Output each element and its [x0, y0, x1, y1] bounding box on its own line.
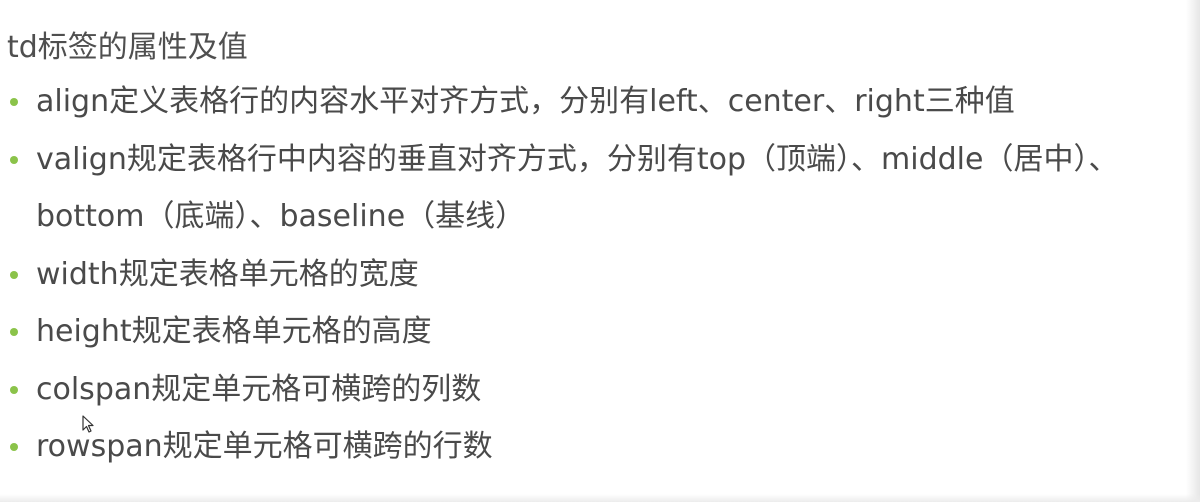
- bullet-dot-icon: [10, 443, 18, 451]
- bullet-dot-icon: [10, 328, 18, 336]
- bottom-edge-shade: [0, 494, 1200, 502]
- right-edge-shade: [1186, 0, 1200, 502]
- bullet-text: height规定表格单元格的高度: [36, 314, 432, 349]
- bullet-item-colspan: colspan规定单元格可横跨的列数: [7, 361, 1160, 419]
- bullet-list: align定义表格行的内容水平对齐方式，分别有left、center、right…: [7, 73, 1160, 476]
- bullet-text: valign规定表格行中内容的垂直对齐方式，分别有top（顶端）、middle（…: [36, 141, 1119, 235]
- bullet-text: rowspan规定单元格可横跨的行数: [36, 429, 493, 464]
- mouse-pointer-icon: [82, 415, 94, 433]
- slide: td标签的属性及值 align定义表格行的内容水平对齐方式，分别有left、ce…: [0, 0, 1200, 502]
- bullet-item-valign: valign规定表格行中内容的垂直对齐方式，分别有top（顶端）、middle（…: [7, 131, 1160, 246]
- bullet-item-width: width规定表格单元格的宽度: [7, 246, 1160, 304]
- slide-title: td标签的属性及值: [7, 30, 248, 65]
- bullet-text: width规定表格单元格的宽度: [36, 256, 419, 292]
- bullet-item-align: align定义表格行的内容水平对齐方式，分别有left、center、right…: [7, 73, 1160, 131]
- bullet-text: align定义表格行的内容水平对齐方式，分别有left、center、right…: [36, 84, 1015, 119]
- bullet-item-height: height规定表格单元格的高度: [7, 303, 1160, 361]
- bullet-dot-icon: [10, 385, 18, 394]
- bullet-item-rowspan: rowspan规定单元格可横跨的行数: [7, 418, 1160, 476]
- bullet-dot-icon: [10, 270, 18, 279]
- bullet-text: colspan规定单元格可横跨的列数: [36, 371, 482, 407]
- bullet-dot-icon: [10, 155, 18, 164]
- bullet-dot-icon: [10, 98, 18, 106]
